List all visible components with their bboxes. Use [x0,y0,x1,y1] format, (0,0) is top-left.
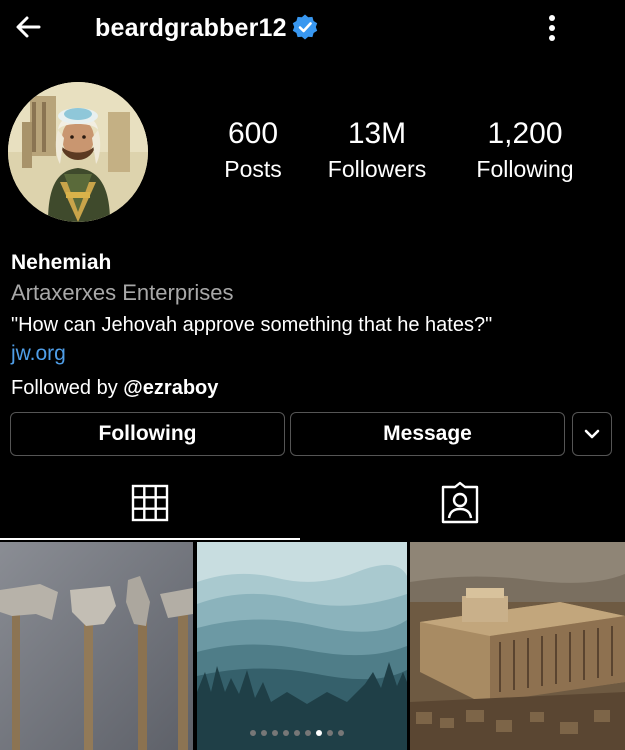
bio-name: Nehemiah [11,251,112,274]
post-thumbnail-temple[interactable] [410,542,625,750]
followers-label: Followers [327,156,427,182]
carousel-dot [250,730,256,736]
profile-username: beardgrabber12 [95,14,287,42]
post-thumbnail-mountains[interactable] [197,542,407,750]
followed-by[interactable]: Followed by @ezraboy [11,374,611,402]
following-label: Following [476,156,574,182]
stat-following[interactable]: 1,200 Following [466,116,584,184]
carousel-dot [305,730,311,736]
axes-image [0,542,193,750]
verified-badge-icon [292,14,318,40]
carousel-dot [294,730,300,736]
followers-count: 13M [347,117,407,150]
mountains-image [197,542,407,750]
followed-by-user[interactable]: @ezraboy [123,377,218,399]
arrow-left-icon[interactable] [12,10,46,44]
tab-active-indicator [0,538,300,540]
bio-category: Artaxerxes Enterprises [11,280,234,305]
carousel-dot [327,730,333,736]
post-thumbnail-axes[interactable] [0,542,193,750]
carousel-dots [250,730,344,736]
avatar-illustration [8,82,148,222]
profile-bio: Nehemiah Artaxerxes Enterprises "How can… [11,250,611,402]
tagged-person-icon [441,481,479,524]
carousel-dot-active [316,730,322,736]
carousel-dot [338,730,344,736]
suggested-dropdown-button[interactable] [572,412,612,456]
bio-link[interactable]: jw.org [11,340,611,368]
following-button[interactable]: Following [10,412,285,456]
carousel-dot [261,730,267,736]
grid-icon [131,484,169,522]
carousel-dot [272,730,278,736]
tab-posts-grid[interactable] [0,474,300,532]
stat-posts[interactable]: 600 Posts [205,116,301,184]
message-button[interactable]: Message [290,412,565,456]
bio-text: "How can Jehovah approve something that … [11,314,493,336]
chevron-down-icon [584,429,600,439]
profile-avatar[interactable] [8,82,148,222]
stat-followers[interactable]: 13M Followers [318,116,436,184]
carousel-dot [283,730,289,736]
profile-header: beardgrabber12 [0,0,625,64]
more-vertical-icon[interactable] [540,10,564,46]
followed-by-prefix: Followed by [11,377,124,399]
following-count: 1,200 [487,117,563,150]
temple-image [410,542,625,750]
tab-tagged[interactable] [310,474,610,532]
posts-label: Posts [224,156,282,182]
posts-count: 600 [227,117,279,150]
